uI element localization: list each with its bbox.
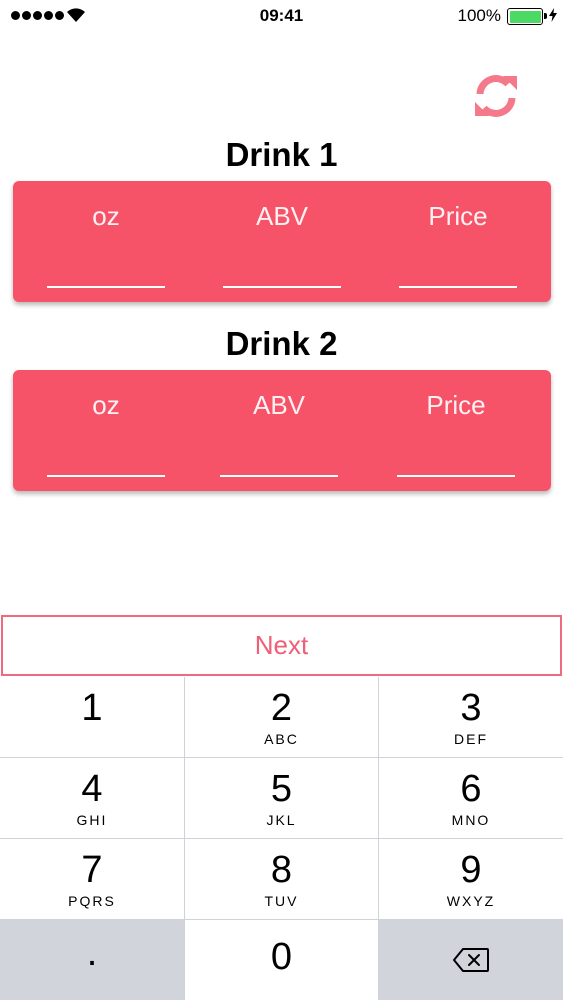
drink-2-price-field: Price [397,370,515,491]
drink-2-oz-field: oz [47,370,165,491]
key-2[interactable]: 2 ABC [185,677,378,757]
refresh-icon [475,75,517,117]
key-0[interactable]: 0 [185,920,378,1000]
drink-1-oz-input[interactable] [47,285,165,288]
drink-1-price-input[interactable] [399,285,517,288]
oz-label: oz [92,201,120,231]
drink-1-card: oz ABV Price [13,181,551,302]
key-5[interactable]: 5 JKL [185,758,378,838]
drink-2-price-input[interactable] [397,474,515,477]
price-label: Price [428,201,488,231]
key-decimal[interactable]: . [0,920,184,1000]
next-button[interactable]: Next [1,615,562,676]
key-1[interactable]: 1 [0,677,184,757]
status-bar: 09:41 100% [0,0,563,32]
charging-bolt-icon [549,8,557,22]
drink-1-abv-field: ABV [223,181,341,302]
drink-2-abv-field: ABV [220,370,338,491]
key-8[interactable]: 8 TUV [185,839,378,919]
refresh-button[interactable] [470,70,522,122]
drink-2-oz-input[interactable] [47,474,165,477]
key-6[interactable]: 6 MNO [379,758,563,838]
abv-label: ABV [255,201,309,231]
key-9[interactable]: 9 WXYZ [379,839,563,919]
drink-2-title: Drink 2 [225,325,338,362]
battery-percent: 100% [457,6,501,25]
oz-label: oz [92,390,120,420]
drink-2-card: oz ABV Price [13,370,551,491]
price-label: Price [426,390,486,420]
battery-icon [507,8,547,25]
drink-1-oz-field: oz [47,181,165,302]
key-7[interactable]: 7 PQRS [0,839,184,919]
drink-1-title: Drink 1 [225,136,338,173]
drink-2-abv-input[interactable] [220,474,338,477]
backspace-key[interactable] [379,920,563,1000]
key-3[interactable]: 3 DEF [379,677,563,757]
key-4[interactable]: 4 GHI [0,758,184,838]
drink-1-abv-input[interactable] [223,285,341,288]
backspace-icon [453,948,489,972]
numeric-keypad: 1 2 ABC 3 DEF 4 GHI 5 JKL 6 MNO 7 PQRS 8… [0,677,563,1000]
drink-1-price-field: Price [399,181,517,302]
abv-label: ABV [252,390,306,420]
